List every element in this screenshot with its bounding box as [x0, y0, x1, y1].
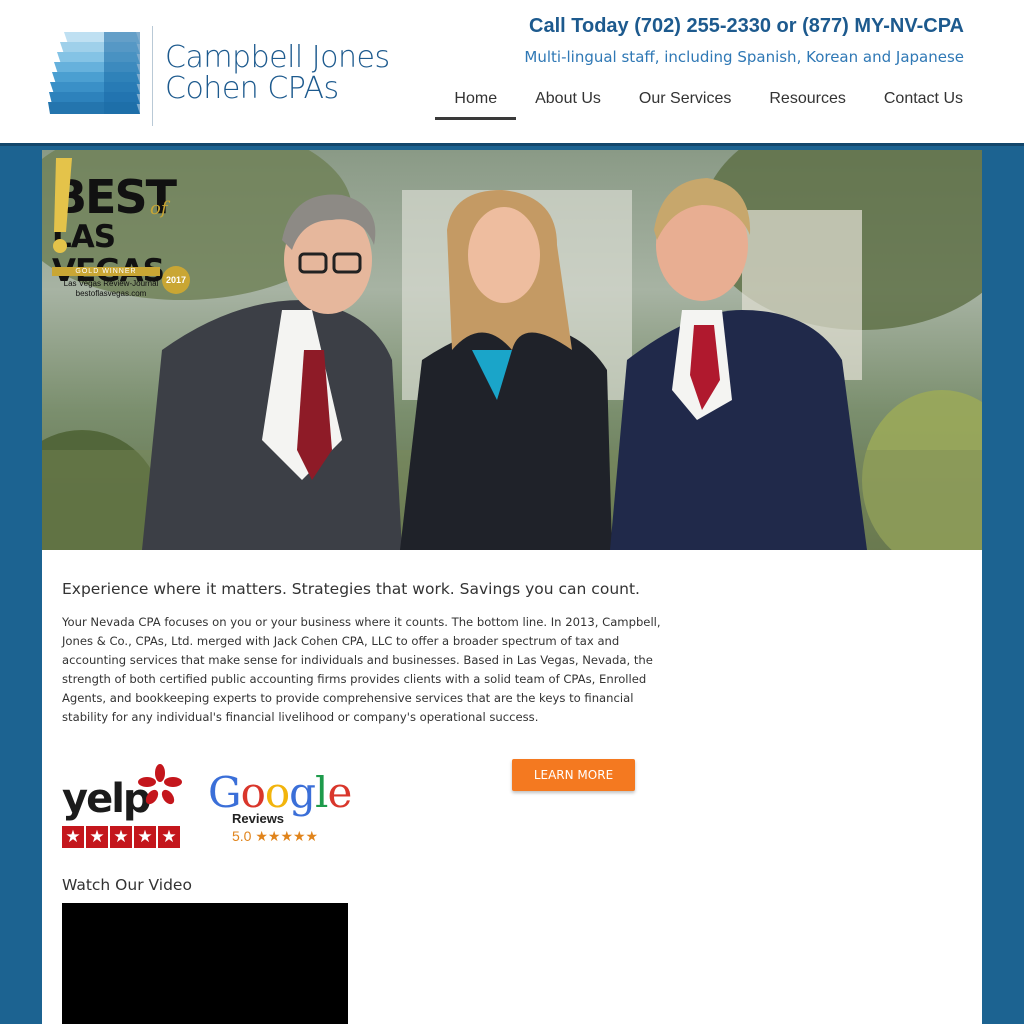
nav-our-services[interactable]: Our Services	[620, 82, 750, 120]
logo-stack-icon	[48, 32, 140, 114]
nav-contact-us[interactable]: Contact Us	[865, 82, 982, 120]
intro-paragraph: Your Nevada CPA focuses on you or your b…	[62, 615, 661, 724]
tagline: Multi-lingual staff, including Spanish, …	[524, 48, 964, 66]
badge-year: 2017	[162, 266, 190, 294]
company-logo[interactable]: Campbell Jones Cohen CPAs	[48, 26, 398, 126]
yelp-wordmark: yelp	[62, 776, 152, 822]
badge-source-line-1: Las Vegas Review-Journal	[63, 279, 159, 288]
badge-source-line-2: bestoflasvegas.com	[75, 289, 147, 298]
exclamation-icon	[53, 158, 72, 253]
yelp-burst-icon	[138, 764, 182, 805]
badge-of: of	[150, 198, 168, 219]
yelp-star-rating: ★ ★ ★ ★ ★	[62, 826, 180, 848]
headline: Experience where it matters. Strategies …	[62, 580, 640, 598]
star-icon: ★	[134, 826, 156, 848]
google-reviews-logo[interactable]: Google Reviews 5.0 ★★★★★	[208, 768, 368, 848]
best-of-las-vegas-badge: BEST of LAS VEGAS GOLD WINNER Las Vegas …	[50, 158, 200, 303]
star-icon: ★	[62, 826, 84, 848]
hero-team-photo: BEST of LAS VEGAS GOLD WINNER Las Vegas …	[42, 150, 982, 550]
video-player[interactable]	[62, 903, 348, 1024]
google-reviews-label: Reviews	[232, 811, 285, 826]
badge-source: Las Vegas Review-Journal bestoflasvegas.…	[52, 279, 170, 299]
star-icon: ★	[158, 826, 180, 848]
site-header: Campbell Jones Cohen CPAs Call Today (70…	[0, 0, 1024, 146]
star-icon: ★	[110, 826, 132, 848]
content-panel: BEST of LAS VEGAS GOLD WINNER Las Vegas …	[42, 150, 982, 1024]
nav-about-us[interactable]: About Us	[516, 82, 620, 120]
yelp-reviews-logo[interactable]: yelp ★ ★ ★ ★ ★	[62, 764, 184, 852]
learn-more-button[interactable]: LEARN MORE	[512, 759, 635, 791]
main-nav: Home About Us Our Services Resources Con…	[435, 82, 982, 120]
logo-divider	[152, 26, 153, 126]
video-section-title: Watch Our Video	[62, 876, 192, 894]
phone-callout[interactable]: Call Today (702) 255-2330 or (877) MY-NV…	[529, 15, 964, 38]
nav-home[interactable]: Home	[435, 82, 516, 120]
logo-line-2: Cohen CPAs	[165, 71, 339, 106]
star-icon: ★	[86, 826, 108, 848]
google-rating: 5.0 ★★★★★	[232, 828, 319, 844]
badge-gold-winner: GOLD WINNER	[52, 267, 160, 276]
logo-line-1: Campbell Jones	[165, 40, 390, 75]
logo-text: Campbell Jones Cohen CPAs	[165, 42, 390, 104]
nav-resources[interactable]: Resources	[750, 82, 864, 120]
